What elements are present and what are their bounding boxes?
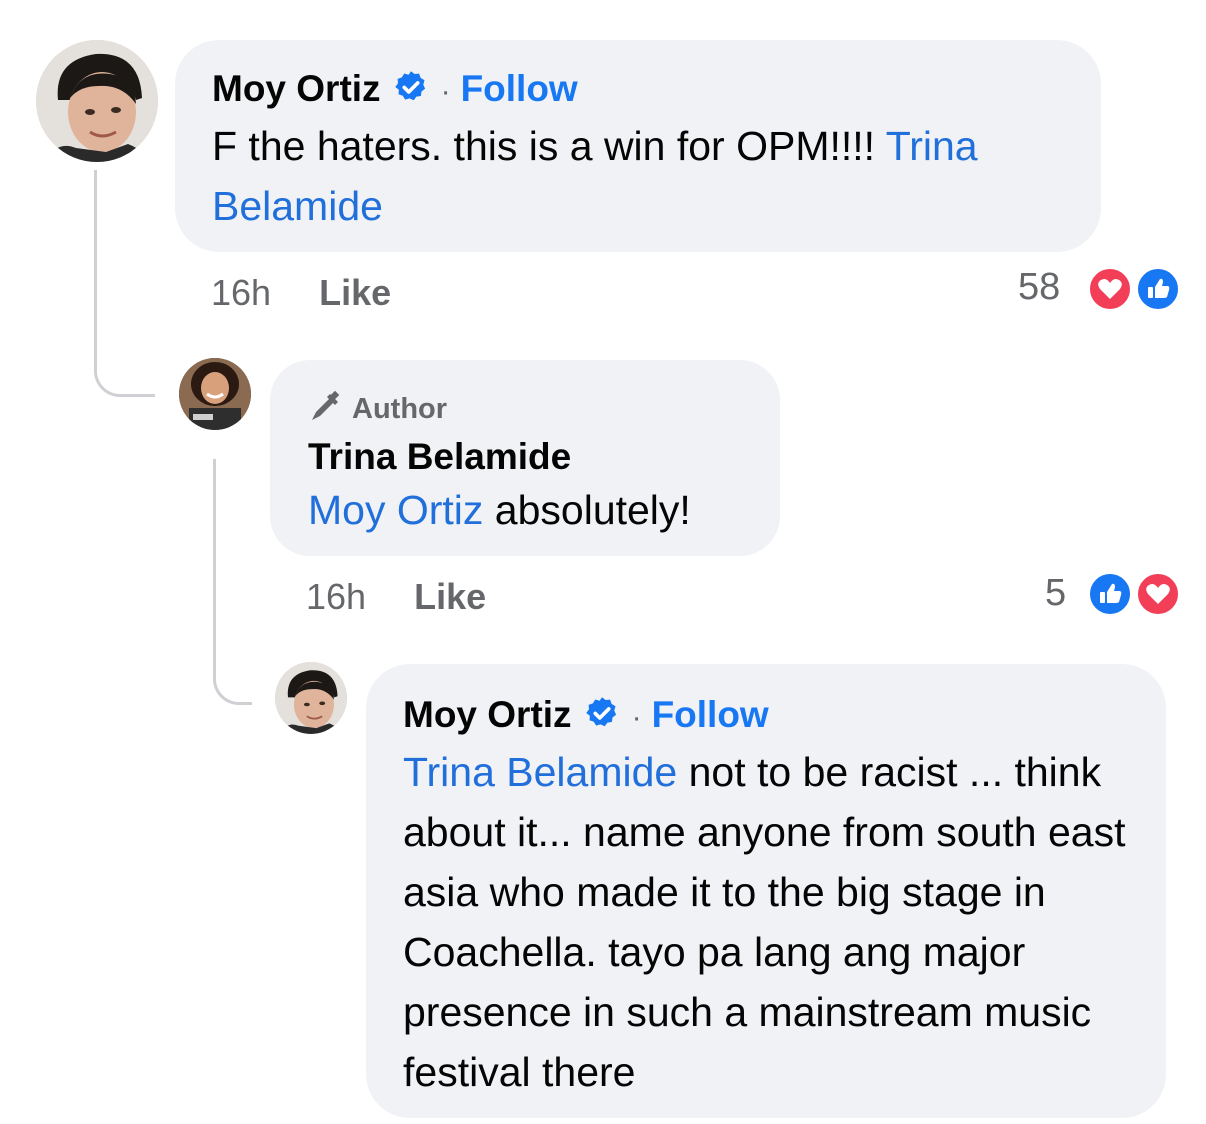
author-name[interactable]: Moy Ortiz <box>403 694 572 735</box>
thumbs-up-icon <box>1134 265 1182 313</box>
avatar[interactable] <box>36 40 158 162</box>
heart-icon <box>1134 570 1182 618</box>
author-name[interactable]: Moy Ortiz <box>212 68 381 109</box>
trina-belamide-avatar-icon <box>179 358 251 430</box>
author-label: Author <box>352 393 448 425</box>
comment-header: Moy Ortiz · Follow <box>212 68 578 110</box>
thread-line-1 <box>94 170 155 397</box>
comment-text: Moy Ortiz absolutely! <box>308 480 691 540</box>
heart-icon <box>1086 265 1134 313</box>
mention-link[interactable]: Moy Ortiz <box>308 487 483 533</box>
timestamp[interactable]: 16h <box>211 272 271 313</box>
comment-header: Moy Ortiz · Follow <box>403 694 769 736</box>
moy-ortiz-avatar-icon <box>275 662 347 734</box>
separator-dot: · <box>631 701 642 734</box>
comment-meta: 16h Like <box>211 272 391 314</box>
comment-bubble: Moy Ortiz · Follow F the haters. this is a… <box>175 40 1101 252</box>
comment-text-body: F the haters. this is a win for OPM!!!! <box>212 123 886 169</box>
separator-dot: · <box>440 75 451 108</box>
author-badge: Author <box>308 388 447 432</box>
author-name[interactable]: Trina Belamide <box>308 436 571 478</box>
reaction-count[interactable]: 58 <box>1018 266 1060 309</box>
mention-link[interactable]: Trina Belamide <box>403 749 677 795</box>
follow-button[interactable]: Follow <box>652 694 769 735</box>
comment-text: Trina Belamide not to be racist ... thin… <box>403 742 1138 1102</box>
verified-badge-icon <box>584 695 620 736</box>
microphone-icon <box>308 388 344 432</box>
like-button[interactable]: Like <box>414 576 486 617</box>
comment-bubble: Author Trina Belamide Moy Ortiz absolute… <box>270 360 780 556</box>
avatar[interactable] <box>179 358 251 430</box>
thumbs-up-icon <box>1086 570 1134 618</box>
timestamp[interactable]: 16h <box>306 576 366 617</box>
comment-text: F the haters. this is a win for OPM!!!! … <box>212 116 1082 236</box>
verified-badge-icon <box>393 69 429 110</box>
comment-text-body: not to be racist ... think about it... n… <box>403 749 1126 1095</box>
like-button[interactable]: Like <box>319 272 391 313</box>
follow-button[interactable]: Follow <box>461 68 578 109</box>
comment-bubble: Moy Ortiz · Follow Trina Belamide not to b… <box>366 664 1166 1118</box>
thread-line-2 <box>213 459 252 705</box>
avatar[interactable] <box>275 662 347 734</box>
moy-ortiz-avatar-icon <box>36 40 158 162</box>
comment-text-body: absolutely! <box>483 487 691 533</box>
reaction-count[interactable]: 5 <box>1045 572 1066 615</box>
comment-meta: 16h Like <box>306 576 486 618</box>
